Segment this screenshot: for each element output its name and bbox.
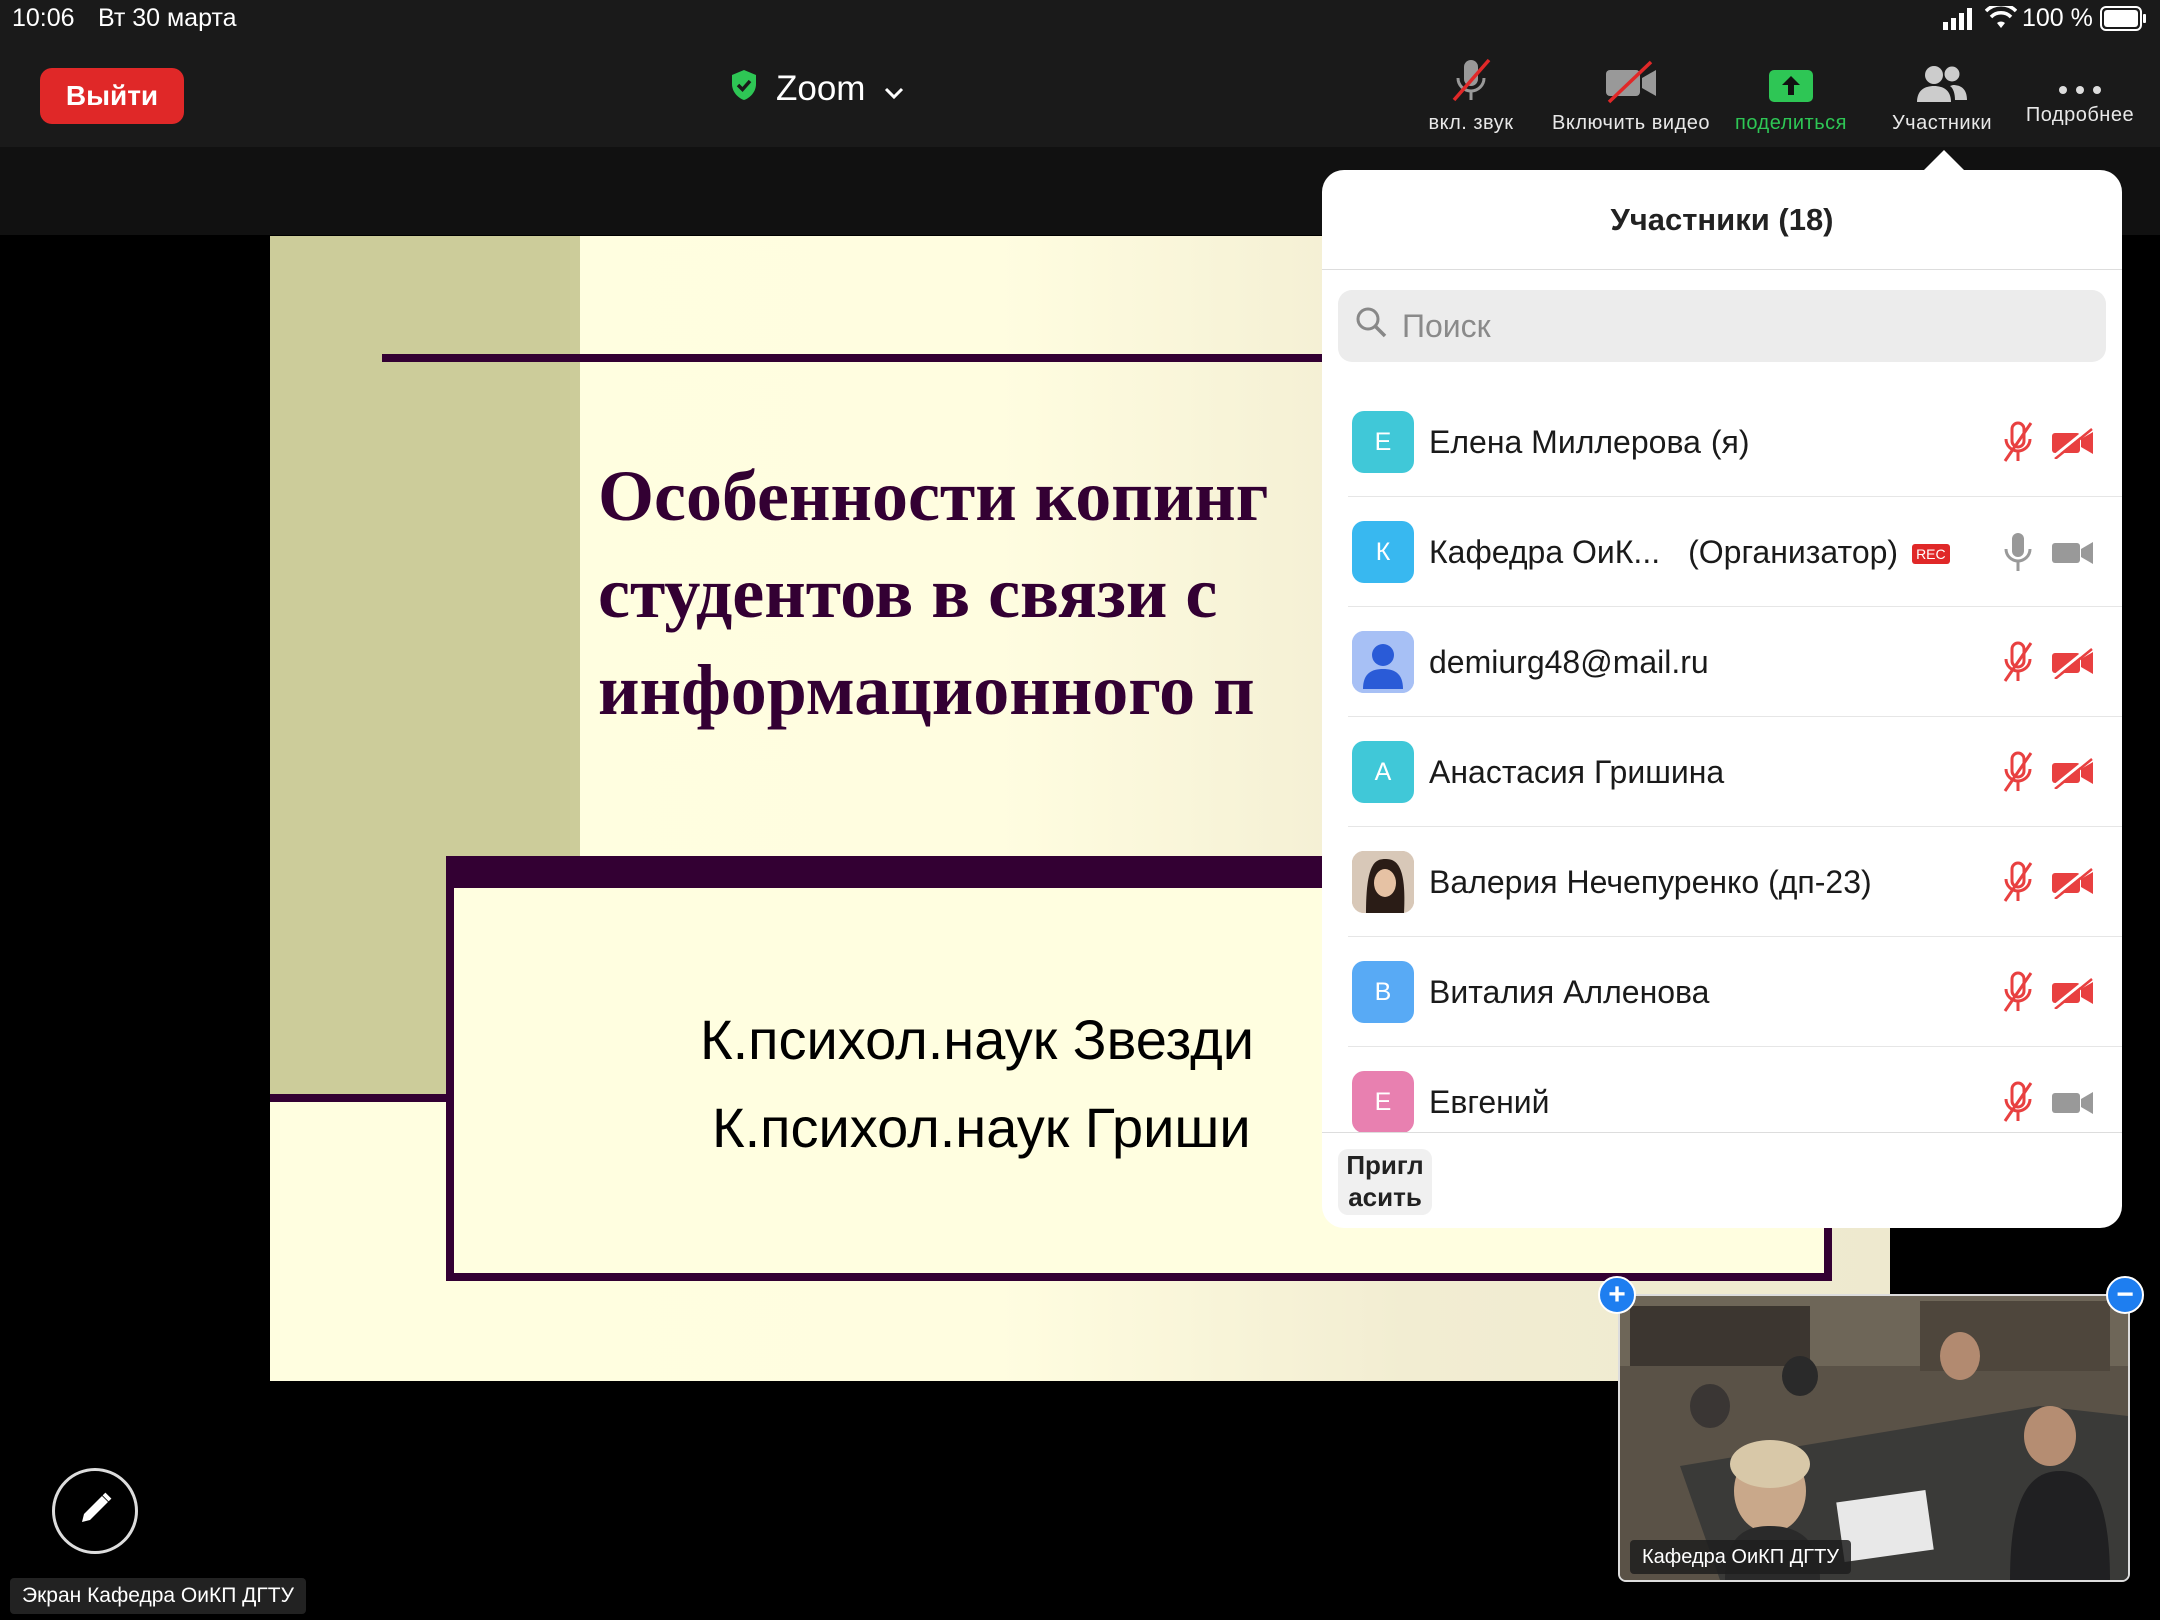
mic-off-icon bbox=[2000, 418, 2036, 466]
avatar-initial: Е bbox=[1374, 427, 1392, 456]
participant-name: Елена Миллерова bbox=[1429, 423, 1701, 460]
participant-row[interactable]: В Виталия Алленова bbox=[1322, 937, 2122, 1047]
participant-name-group: Анастасия Гришина bbox=[1429, 754, 1724, 791]
participant-name: Валерия Нечепуренко (дп-23) bbox=[1429, 863, 1872, 900]
meeting-title-text: Zoom bbox=[776, 69, 866, 108]
participant-avatar bbox=[1352, 631, 1414, 693]
mic-off-icon bbox=[2000, 968, 2036, 1016]
zoom-in-button[interactable]: + bbox=[1598, 1276, 1636, 1314]
user-photo-icon bbox=[1352, 851, 1414, 913]
video-name-label: Кафедра ОиКП ДГТУ bbox=[1630, 1540, 1851, 1574]
battery-percent: 100 % bbox=[2022, 4, 2093, 32]
avatar-initial: В bbox=[1374, 977, 1392, 1006]
video-thumbnail[interactable]: Кафедра ОиКП ДГТУ bbox=[1618, 1294, 2130, 1582]
participant-name-group: Кафедра ОиК... (Организатор) REC bbox=[1429, 534, 1950, 571]
avatar-initial: А bbox=[1374, 757, 1392, 786]
status-time: 10:06 bbox=[12, 4, 75, 32]
more-label: Подробнее bbox=[2025, 104, 2135, 126]
more-button[interactable]: Подробнее bbox=[2000, 56, 2160, 136]
participants-icon bbox=[1915, 56, 1969, 104]
zoom-out-button[interactable]: − bbox=[2106, 1276, 2144, 1314]
participant-name: Виталия Алленова bbox=[1429, 973, 1710, 1010]
panel-footer: Пригл асить bbox=[1322, 1132, 2122, 1228]
participants-button[interactable]: Участники bbox=[1862, 56, 2022, 136]
participant-avatar: А bbox=[1352, 741, 1414, 803]
participant-role: (я) bbox=[1710, 423, 1750, 460]
avatar-initial: К bbox=[1375, 537, 1391, 566]
participant-name-group: demiurg48@mail.ru bbox=[1429, 644, 1709, 681]
video-off-icon bbox=[2050, 858, 2096, 906]
participant-row[interactable]: Е Елена Миллерова (я) bbox=[1322, 387, 2122, 497]
video-on-icon bbox=[2050, 1078, 2096, 1126]
participant-row[interactable]: demiurg48@mail.ru bbox=[1322, 607, 2122, 717]
video-off-icon bbox=[1603, 56, 1659, 104]
participant-avatar: Е bbox=[1352, 411, 1414, 473]
participant-avatar: В bbox=[1352, 961, 1414, 1023]
plus-icon: + bbox=[1608, 1278, 1626, 1311]
video-off-icon bbox=[2050, 418, 2096, 466]
recording-badge: REC bbox=[1912, 544, 1950, 565]
mic-off-icon bbox=[2000, 1078, 2036, 1126]
mic-off-icon bbox=[2000, 858, 2036, 906]
screen-share-label: Экран Кафедра ОиКП ДГТУ bbox=[10, 1578, 306, 1614]
mic-on-icon bbox=[2000, 528, 2036, 576]
participant-row[interactable]: Валерия Нечепуренко (дп-23) bbox=[1322, 827, 2122, 937]
participant-name-group: Елена Миллерова (я) bbox=[1429, 424, 1750, 461]
search-input[interactable] bbox=[1400, 306, 2004, 346]
invite-button[interactable]: Пригл асить bbox=[1338, 1149, 1432, 1215]
slide-divider bbox=[270, 1094, 446, 1102]
chevron-down-icon bbox=[883, 69, 905, 109]
participant-row[interactable]: А Анастасия Гришина bbox=[1322, 717, 2122, 827]
video-off-icon bbox=[2050, 748, 2096, 796]
participants-label: Участники bbox=[1891, 112, 1993, 134]
start-video-button[interactable]: Включить видео bbox=[1551, 56, 1711, 136]
unmute-button[interactable]: вкл. звук bbox=[1391, 56, 1551, 136]
default-avatar-icon bbox=[1352, 631, 1414, 693]
participant-name-group: Валерия Нечепуренко (дп-23) bbox=[1429, 864, 1872, 901]
participant-row[interactable]: К Кафедра ОиК... (Организатор) REC bbox=[1322, 497, 2122, 607]
video-on-icon bbox=[2050, 528, 2096, 576]
participant-avatar bbox=[1352, 851, 1414, 913]
annotate-button[interactable] bbox=[52, 1468, 138, 1554]
participants-title: Участники (18) bbox=[1322, 170, 2122, 270]
more-icon bbox=[2057, 56, 2103, 96]
pencil-icon bbox=[76, 1490, 114, 1533]
minus-icon: − bbox=[2116, 1278, 2134, 1311]
unmute-label: вкл. звук bbox=[1428, 112, 1514, 134]
participant-name: Кафедра ОиК... bbox=[1429, 533, 1661, 570]
mic-off-icon bbox=[2000, 748, 2036, 796]
wifi-icon bbox=[1984, 3, 2018, 35]
battery-icon bbox=[2100, 6, 2148, 37]
share-label: поделиться bbox=[1735, 112, 1847, 134]
participant-name: Евгений bbox=[1429, 1083, 1550, 1120]
avatar-initial: Е bbox=[1374, 1087, 1392, 1116]
participant-role: (Организатор) bbox=[1688, 533, 1899, 570]
status-bar: 10:06 Вт 30 марта 100 % bbox=[0, 0, 2160, 40]
video-off-icon bbox=[2050, 968, 2096, 1016]
participant-avatar: Е bbox=[1352, 1071, 1414, 1133]
start-video-label: Включить видео bbox=[1552, 112, 1710, 134]
participant-name: Анастасия Гришина bbox=[1429, 753, 1725, 790]
participant-name-group: Виталия Алленова bbox=[1429, 974, 1709, 1011]
video-off-icon bbox=[2050, 638, 2096, 686]
participant-avatar: К bbox=[1352, 521, 1414, 583]
meeting-title[interactable]: Zoom bbox=[730, 64, 905, 114]
exit-button[interactable]: Выйти bbox=[40, 68, 184, 124]
participant-name: demiurg48@mail.ru bbox=[1429, 643, 1709, 680]
share-button[interactable]: поделиться bbox=[1711, 56, 1871, 136]
participant-name-group: Евгений bbox=[1429, 1084, 1550, 1121]
mic-off-icon bbox=[1447, 56, 1495, 104]
video-feed-icon bbox=[1620, 1296, 2128, 1580]
mic-off-icon bbox=[2000, 638, 2036, 686]
search-icon bbox=[1354, 305, 1388, 347]
participant-search[interactable] bbox=[1338, 290, 2106, 362]
security-shield-icon bbox=[730, 69, 758, 110]
share-icon bbox=[1767, 56, 1815, 104]
status-date: Вт 30 марта bbox=[98, 4, 237, 32]
participants-panel: Участники (18) Е Елена Миллерова(я) К Кафед… bbox=[1322, 170, 2122, 1228]
signal-icon bbox=[1943, 8, 1973, 35]
